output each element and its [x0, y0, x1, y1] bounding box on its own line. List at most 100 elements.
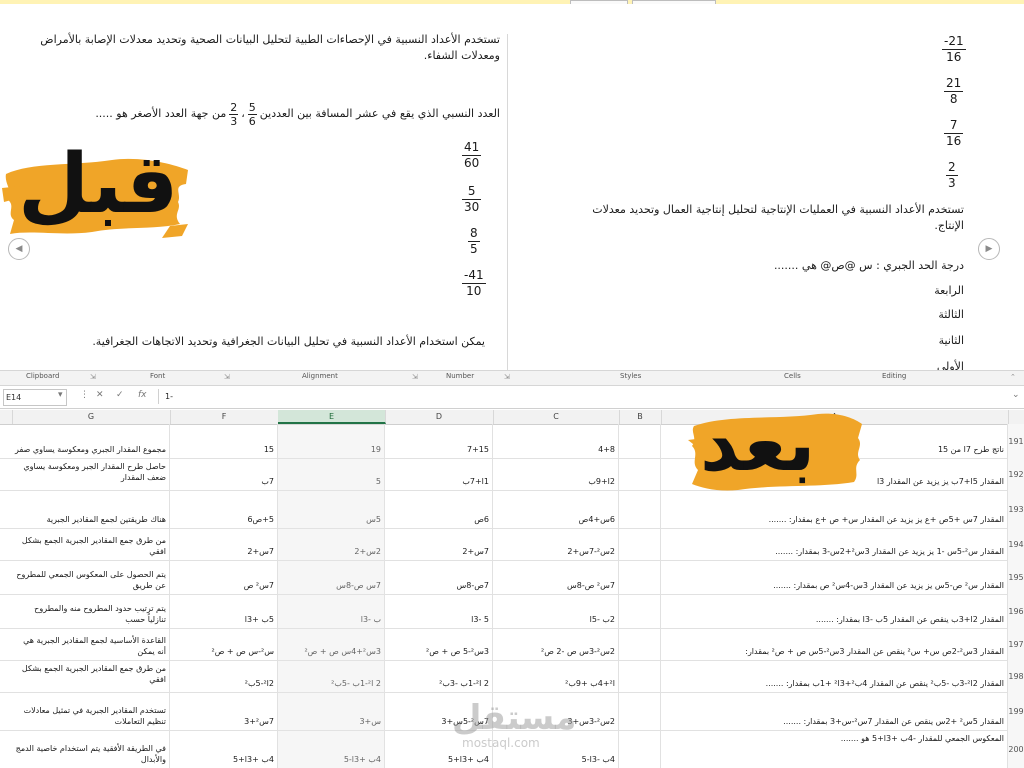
left-option-1[interactable]: 41 60	[462, 140, 482, 171]
insert-function-icon[interactable]: fx	[138, 390, 147, 400]
cancel-icon[interactable]: ✕	[96, 390, 104, 400]
row-number[interactable]: 197	[1008, 628, 1024, 660]
cell-a[interactable]: المقدار 3س²-2ص س+ س² ينقص عن المقدار 3س²…	[661, 628, 1008, 660]
clipboard-launcher-icon[interactable]: ⇲	[90, 373, 96, 381]
cell-g[interactable]: هناك طريقتين لجمع المقادير الجبرية	[12, 490, 170, 528]
col-header-g[interactable]: G	[12, 410, 171, 424]
cell-e[interactable]: 3س²+4س ص + ص²	[278, 628, 385, 660]
cell-a[interactable]: المقدار 2ا+3ب ينقص عن المقدار 5ب -3ا بمق…	[661, 594, 1008, 628]
cell-d[interactable]: 7ص-8س	[385, 560, 493, 594]
cell-b[interactable]	[619, 458, 661, 490]
cell-c[interactable]: 2س²-7س+2	[493, 528, 619, 560]
cell-f[interactable]: 7س²+3	[170, 692, 278, 730]
cell-e[interactable]: 2س+2	[278, 528, 385, 560]
cell-b[interactable]	[619, 730, 661, 768]
cell-g[interactable]: يتم ترتيب حدود المطروح منه والمطروح تناز…	[12, 594, 170, 628]
row-number[interactable]: 194	[1008, 528, 1024, 560]
row-number[interactable]: 193	[1008, 490, 1024, 528]
col-header-c[interactable]: C	[493, 410, 620, 424]
more-options-icon[interactable]: ⋮	[80, 390, 89, 400]
col-header-b[interactable]: B	[619, 410, 662, 424]
cell-b[interactable]	[619, 490, 661, 528]
right-option-1[interactable]: الرابعة	[900, 284, 964, 298]
cell-f[interactable]: 7ب	[170, 458, 278, 490]
cell-e[interactable]: 7س ص-8س	[278, 560, 385, 594]
formula-input[interactable]: 1-	[158, 389, 1024, 404]
font-launcher-icon[interactable]: ⇲	[224, 373, 230, 381]
right-option-4[interactable]: الأولى	[900, 360, 964, 370]
cell-f[interactable]: 2ا²-5ب²	[170, 660, 278, 692]
left-option-3[interactable]: 8 5	[468, 226, 480, 257]
row-number[interactable]: 198	[1008, 660, 1024, 692]
ribbon-group-editing[interactable]: Editing	[882, 372, 906, 380]
row-number[interactable]: 195	[1008, 560, 1024, 594]
ribbon-group-clipboard[interactable]: Clipboard	[26, 372, 59, 380]
alignment-launcher-icon[interactable]: ⇲	[412, 373, 418, 381]
cell-b[interactable]	[619, 660, 661, 692]
cell-b[interactable]	[619, 528, 661, 560]
cell-a[interactable]: المقدار 2ا²-3ب -5ب² ينقص عن المقدار 4ب²+…	[661, 660, 1008, 692]
cell-c[interactable]: 2س²-3س ص -2 ص²	[493, 628, 619, 660]
enter-icon[interactable]: ✓	[116, 390, 124, 400]
ribbon-group-styles[interactable]: Styles	[620, 372, 641, 380]
cell-a[interactable]: المقدار س²-5س -1 يز يزيد عن المقدار 3س²+…	[661, 528, 1008, 560]
cell-c[interactable]: 7س² ص-8س	[493, 560, 619, 594]
cell-f[interactable]: 15	[170, 424, 278, 458]
cell-b[interactable]	[619, 628, 661, 660]
number-launcher-icon[interactable]: ⇲	[504, 373, 510, 381]
cell-c[interactable]: 6س+4ص	[493, 490, 619, 528]
row-number[interactable]: 196	[1008, 594, 1024, 628]
ribbon-group-cells[interactable]: Cells	[784, 372, 801, 380]
right-option-2[interactable]: الثالثة	[900, 308, 964, 322]
right-option-3[interactable]: الثانية	[900, 334, 964, 348]
cell-f[interactable]: 4ب +3ا+5	[170, 730, 278, 768]
cell-c[interactable]: ا²+4ب +9ب²	[493, 660, 619, 692]
cell-e[interactable]: س+3	[278, 692, 385, 730]
ribbon-group-font[interactable]: Font	[150, 372, 165, 380]
cell-c[interactable]: 4+8	[493, 424, 619, 458]
cell-a[interactable]: المقدار 5س² +2س ينقص عن المقدار 7س²-س+3 …	[661, 692, 1008, 730]
cell-d[interactable]: 6ص	[385, 490, 493, 528]
cell-f[interactable]: س²-س ص + ص²	[170, 628, 278, 660]
name-box-dropdown-icon[interactable]: ▾	[58, 390, 63, 400]
row-number[interactable]: 192	[1008, 458, 1024, 490]
left-option-2[interactable]: 5 30	[462, 184, 482, 215]
cell-a[interactable]: المقدار س² ص-5س يز يزيد عن المقدار 3س-4س…	[661, 560, 1008, 594]
row-number[interactable]: 191	[1008, 424, 1024, 458]
cell-d[interactable]: 3س²-5 ص + ص²	[385, 628, 493, 660]
cell-e[interactable]: 2 ا²-1ب -5ب²	[278, 660, 385, 692]
cell-f[interactable]: 7س² ص	[170, 560, 278, 594]
cell-f[interactable]: 5+ص6	[170, 490, 278, 528]
cell-b[interactable]	[619, 560, 661, 594]
cell-d[interactable]: 1ا+7ب	[385, 458, 493, 490]
cell-f[interactable]: 5ب +3ا	[170, 594, 278, 628]
cell-g[interactable]: مجموع المقدار الجبري ومعكوسة يساوي صفر	[12, 424, 170, 458]
col-header-d[interactable]: D	[385, 410, 494, 424]
cell-c[interactable]: 2ب -5ا	[493, 594, 619, 628]
cell-c[interactable]: 2ا+9ب	[493, 458, 619, 490]
row-number[interactable]: 199	[1008, 692, 1024, 730]
cell-a[interactable]: المعكوس الجمعي للمقدار -4ب +3ا+5 هو ....…	[661, 730, 1008, 768]
ribbon-group-number[interactable]: Number	[446, 372, 474, 380]
cell-g[interactable]: من طرق جمع المقادير الجبرية الجمع بشكل ا…	[12, 528, 170, 560]
cell-b[interactable]	[619, 692, 661, 730]
cell-g[interactable]: تستخدم المقادير الجبرية في تمثيل معادلات…	[12, 692, 170, 730]
cell-b[interactable]	[619, 594, 661, 628]
collapse-ribbon-icon[interactable]: ⌃	[1010, 373, 1016, 381]
cell-g[interactable]: القاعدة الأساسية لجمع المقادير الجبرية ه…	[12, 628, 170, 660]
next-page-button[interactable]: ▶	[978, 238, 1000, 260]
col-header-e[interactable]: E	[278, 410, 386, 424]
cell-g[interactable]: في الطريقة الأفقية يتم استخدام خاصية الد…	[12, 730, 170, 768]
cell-e[interactable]: 5س	[278, 490, 385, 528]
left-option-4[interactable]: -41 10	[462, 268, 486, 299]
cell-b[interactable]	[619, 424, 661, 458]
cell-e[interactable]: 4ب +3ا-5	[278, 730, 385, 768]
cell-g[interactable]: من طرق جمع المقادير الجبرية الجمع بشكل ا…	[12, 660, 170, 692]
cell-e[interactable]: 19	[278, 424, 385, 458]
col-header-f[interactable]: F	[170, 410, 279, 424]
cell-e[interactable]: 5	[278, 458, 385, 490]
expand-formula-icon[interactable]: ⌄	[1012, 390, 1020, 400]
cell-d[interactable]: 7س+2	[385, 528, 493, 560]
row-number[interactable]: 200	[1008, 730, 1024, 768]
cell-f[interactable]: 7س+2	[170, 528, 278, 560]
